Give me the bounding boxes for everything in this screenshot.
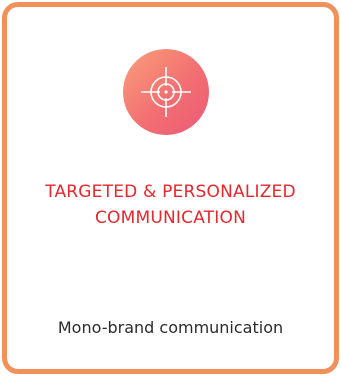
card-title-line-2: COMMUNICATION: [94, 208, 247, 228]
card-subtitle: Mono-brand communication: [57, 318, 284, 337]
card-title-line-1: TARGETED & PERSONALIZED: [45, 182, 296, 202]
target-icon-badge: [123, 49, 209, 135]
target-crosshair-icon: [141, 67, 191, 117]
feature-card: TARGETED & PERSONALIZED COMMUNICATION Mo…: [2, 2, 339, 374]
card-title: TARGETED & PERSONALIZED COMMUNICATION: [7, 179, 334, 231]
